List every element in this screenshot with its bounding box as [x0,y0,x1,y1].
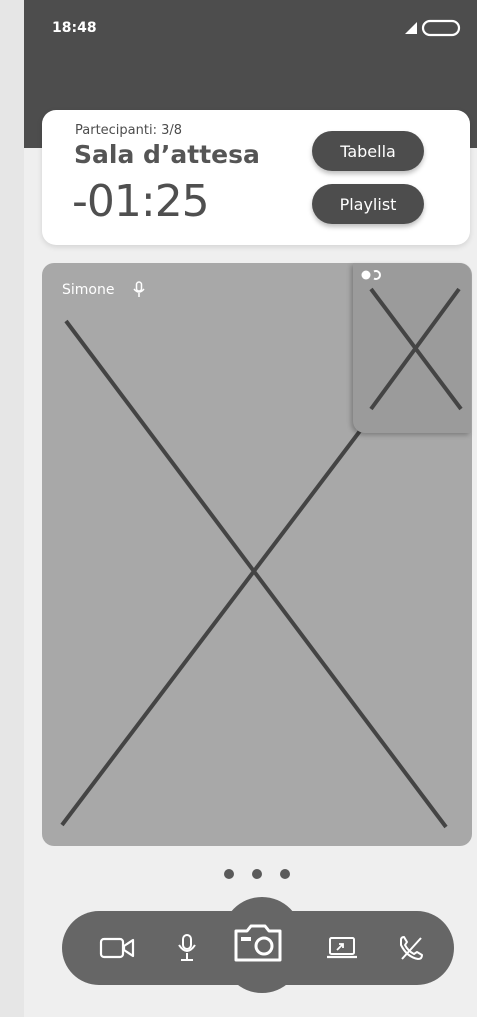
video-camera-icon [99,937,135,959]
mute-button[interactable] [173,931,201,965]
battery-icon [421,19,461,37]
call-controls-bar [62,911,454,985]
page-dot[interactable] [280,869,290,879]
signal-icon [405,22,417,34]
tabella-button[interactable]: Tabella [312,131,424,171]
page-dot[interactable] [252,869,262,879]
end-call-icon [400,936,423,960]
page-dot[interactable] [224,869,234,879]
status-bar: 18:48 [24,0,477,58]
status-time: 18:48 [52,20,97,36]
speaker-name: Simone [62,282,115,298]
video-toggle-button[interactable] [98,933,138,963]
end-call-button[interactable] [396,932,426,964]
camera-capture-button[interactable] [232,921,284,965]
status-icons [405,19,461,37]
participants-count: Partecipanti: 3/8 [75,123,183,138]
camera-icon [234,924,282,962]
playlist-button[interactable]: Playlist [312,184,424,224]
pip-placeholder-image [369,287,463,411]
page-indicator[interactable] [224,867,290,881]
phone-screen: 18:48 Partecipanti: 3/8 Sala d’attesa -0… [24,0,477,1017]
waiting-room-card: Partecipanti: 3/8 Sala d’attesa -01:25 T… [42,110,470,245]
self-view-tile[interactable] [353,263,471,433]
microphone-icon [178,934,196,961]
countdown-timer: -01:25 [72,176,210,227]
microphone-icon [133,281,145,297]
screen-share-button[interactable] [324,933,360,963]
camera-switch-icon[interactable] [361,269,385,281]
screen-share-icon [327,937,357,959]
room-title: Sala d’attesa [74,140,260,169]
